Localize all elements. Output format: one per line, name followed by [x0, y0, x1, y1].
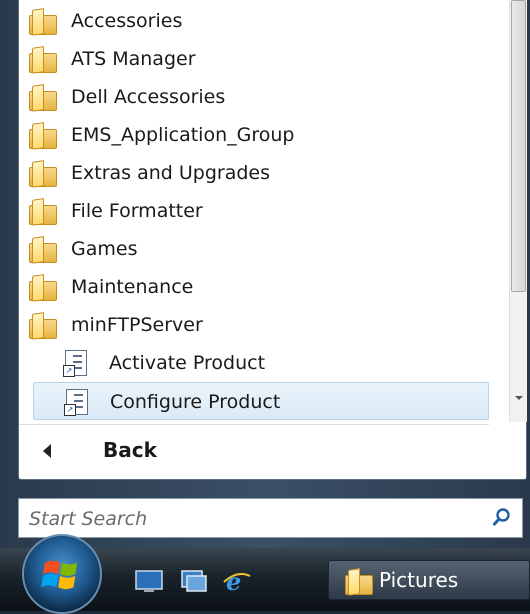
- show-desktop-icon[interactable]: [134, 568, 164, 594]
- back-label: Back: [103, 438, 157, 462]
- folder-icon: [29, 47, 57, 73]
- start-search-box[interactable]: [18, 498, 523, 538]
- svg-text:e: e: [226, 568, 241, 594]
- folder-icon: [29, 275, 57, 301]
- folder-icon: [29, 313, 57, 339]
- program-folder-extras-and-upgrades[interactable]: Extras and Upgrades: [19, 154, 489, 192]
- program-item-label: Configure Product: [110, 391, 281, 413]
- folder-icon: [29, 161, 57, 187]
- program-folder-games[interactable]: Games: [19, 230, 489, 268]
- taskbar-button-label: Pictures: [379, 568, 459, 592]
- program-item-label: Activate Product: [109, 352, 266, 374]
- program-item-label: Maintenance: [71, 276, 194, 298]
- program-item-label: Extras and Upgrades: [71, 162, 271, 184]
- program-item-activate-product[interactable]: ↗ Activate Product: [19, 344, 489, 382]
- program-folder-ems-application-group[interactable]: EMS_Application_Group: [19, 116, 489, 154]
- program-item-label: Dell Accessories: [71, 86, 226, 108]
- program-folder-maintenance[interactable]: Maintenance: [19, 268, 489, 306]
- folder-icon: [345, 569, 373, 595]
- program-item-label: ATS Manager: [71, 48, 196, 70]
- program-item-label: minFTPServer: [71, 314, 203, 336]
- program-folder-ats-manager[interactable]: ATS Manager: [19, 40, 489, 78]
- folder-icon: [29, 237, 57, 263]
- all-programs-panel: Accessories ATS Manager Dell Accessories…: [18, 0, 527, 480]
- program-folder-dell-accessories[interactable]: Dell Accessories: [19, 78, 489, 116]
- scrollbar-thumb[interactable]: [511, 0, 526, 292]
- taskbar-button-pictures[interactable]: Pictures: [328, 560, 530, 600]
- program-shortcut-icon: ↗: [64, 389, 88, 416]
- program-shortcut-icon: ↗: [63, 350, 87, 377]
- program-item-configure-product[interactable]: ↗ Configure Product: [33, 382, 489, 420]
- program-item-label: Accessories: [71, 10, 183, 32]
- start-menu: Accessories ATS Manager Dell Accessories…: [0, 0, 530, 548]
- back-button[interactable]: Back: [33, 432, 233, 470]
- folder-icon: [29, 85, 57, 111]
- folder-icon: [29, 199, 57, 225]
- program-folder-file-formatter[interactable]: File Formatter: [19, 192, 489, 230]
- windows-logo-icon: [41, 560, 78, 590]
- search-input[interactable]: [27, 505, 471, 533]
- internet-explorer-icon[interactable]: e: [222, 568, 252, 594]
- taskbar: e Pictures: [0, 534, 530, 614]
- program-item-label: Games: [71, 238, 138, 260]
- search-icon[interactable]: [492, 507, 512, 527]
- start-orb-button[interactable]: [22, 534, 102, 614]
- program-folder-accessories[interactable]: Accessories: [19, 2, 489, 40]
- vertical-scrollbar[interactable]: [509, 0, 527, 422]
- switch-windows-icon[interactable]: [180, 568, 208, 594]
- divider: [19, 424, 489, 425]
- program-item-label: File Formatter: [71, 200, 203, 222]
- folder-icon: [29, 9, 57, 35]
- scroll-down-arrow-icon[interactable]: [513, 392, 525, 404]
- program-folder-minftpserver[interactable]: minFTPServer: [19, 306, 489, 344]
- program-item-label: EMS_Application_Group: [71, 124, 295, 146]
- folder-icon: [29, 123, 57, 149]
- back-arrow-icon: [43, 444, 51, 458]
